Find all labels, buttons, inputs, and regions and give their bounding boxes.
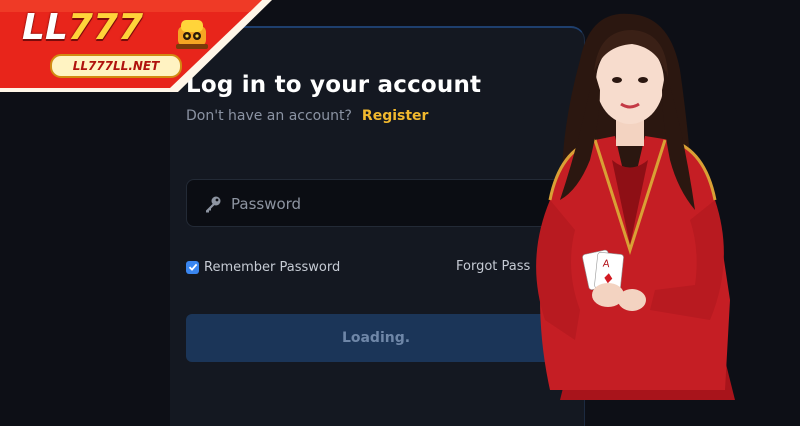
mascot-icon (176, 20, 208, 49)
no-account-text: Don't have an account? (186, 108, 352, 124)
remember-password-label: Remember Password (204, 259, 341, 275)
brand-logo[interactable]: LL777 LL777LL.NET (22, 8, 208, 78)
login-button[interactable]: Loading. (186, 314, 566, 362)
password-input[interactable] (229, 180, 553, 228)
signup-prompt: Don't have an account? Register (186, 108, 428, 124)
promo-model-image: A (536, 13, 735, 400)
password-field[interactable] (186, 179, 566, 228)
key-icon (206, 196, 221, 213)
logo-letters: LL (22, 7, 68, 48)
register-link[interactable]: Register (362, 108, 429, 124)
svg-text:A: A (602, 259, 610, 271)
logo-wordmark: LL777 (22, 8, 143, 48)
logo-numbers: 777 (67, 7, 144, 48)
check-icon[interactable] (186, 260, 199, 274)
remember-password-checkbox[interactable]: Remember Password (186, 259, 340, 275)
logo-domain-badge: LL777LL.NET (50, 54, 182, 78)
